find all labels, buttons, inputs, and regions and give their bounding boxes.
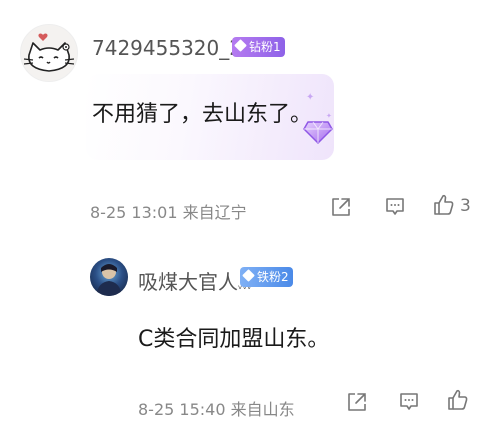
comment-icon bbox=[400, 393, 418, 410]
comment-meta: 8-25 13:01 来自辽宁 bbox=[90, 203, 247, 222]
share-button[interactable] bbox=[343, 388, 371, 416]
fan-badge-label: 铁粉2 bbox=[257, 270, 289, 284]
comment-icon bbox=[386, 198, 404, 215]
diamond-icon bbox=[242, 269, 255, 282]
reply-username[interactable]: 吸煤大官人 bbox=[138, 270, 238, 294]
reply-username-row[interactable]: 吸煤大官人ᵥᵥᵥ bbox=[138, 266, 252, 295]
like-button[interactable] bbox=[444, 386, 472, 414]
cat-avatar-icon bbox=[23, 33, 75, 72]
comment-text: 不用猜了，去山东了。 bbox=[92, 102, 313, 127]
comment-button[interactable] bbox=[395, 388, 423, 416]
fan-badge-label: 钻粉1 bbox=[249, 40, 281, 54]
avatar[interactable] bbox=[20, 24, 78, 82]
like-button[interactable] bbox=[430, 191, 458, 219]
comment-button[interactable] bbox=[381, 193, 409, 221]
share-icon bbox=[332, 198, 350, 216]
like-count: 3 bbox=[460, 196, 471, 216]
share-button[interactable] bbox=[327, 193, 355, 221]
fan-badge[interactable]: 铁粉2 bbox=[240, 267, 293, 287]
portrait-avatar-icon bbox=[96, 264, 122, 296]
share-icon bbox=[348, 393, 366, 411]
thumbs-up-icon bbox=[434, 194, 454, 215]
avatar[interactable] bbox=[90, 258, 128, 296]
fan-badge[interactable]: 钻粉1 bbox=[232, 37, 285, 57]
reply-meta: 8-25 15:40 来自山东 bbox=[138, 400, 295, 419]
thumbs-up-icon bbox=[448, 389, 468, 410]
reply-text: C类合同加盟山东。 bbox=[138, 327, 330, 352]
diamond-icon bbox=[234, 39, 247, 52]
